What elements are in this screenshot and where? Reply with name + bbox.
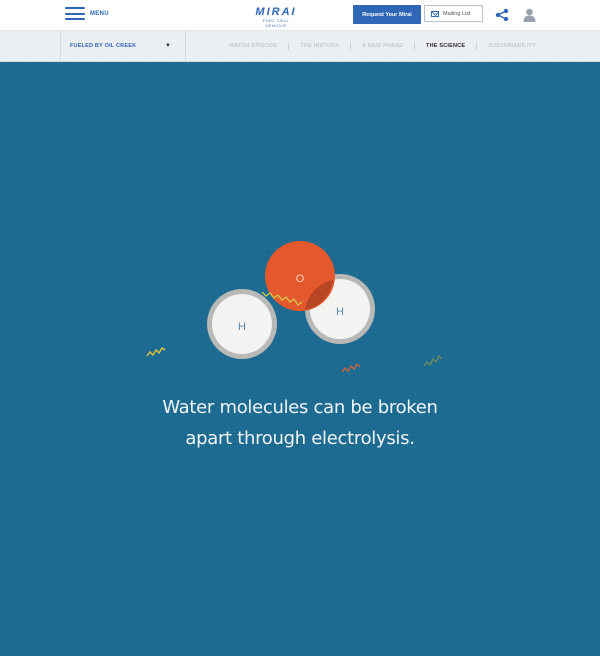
mailing-list-button[interactable]: Mailing List xyxy=(424,5,483,22)
caption-line-1: Water molecules can be broken xyxy=(162,397,438,418)
water-molecule-illustration: O H H xyxy=(0,62,600,656)
hydrogen-left-label: H xyxy=(238,321,246,333)
hydrogen-right-label: H xyxy=(336,306,344,318)
episode-dropdown[interactable]: FUELED BY OIL CREEK ▼ xyxy=(60,31,186,61)
science-stage: O H H Water molecules can be broken apar… xyxy=(0,62,600,656)
caret-down-icon: ▼ xyxy=(165,43,171,49)
logo-tagline: FUEL CELL VEHICLE xyxy=(262,18,290,28)
menu-button[interactable]: MENU xyxy=(65,7,109,20)
top-header: MENU MIRAI FUEL CELL VEHICLE Request You… xyxy=(0,0,600,31)
episode-selected-value: FUELED BY OIL CREEK xyxy=(70,43,137,49)
nav-watch-episode[interactable]: WATCH EPISODE xyxy=(229,43,277,49)
hamburger-icon xyxy=(65,7,85,20)
nav-the-history[interactable]: THE HISTORY xyxy=(300,43,339,49)
logo-wordmark: MIRAI xyxy=(255,6,297,18)
mail-icon xyxy=(431,10,439,17)
mailing-list-label: Mailing List xyxy=(443,10,471,17)
caption-line-2: apart through electrolysis. xyxy=(185,428,415,449)
oxygen-label: O xyxy=(296,273,305,285)
textured-background xyxy=(0,62,600,656)
nav-the-science[interactable]: THE SCIENCE xyxy=(426,43,465,49)
nav-divider xyxy=(414,42,416,50)
menu-label: MENU xyxy=(90,10,109,17)
user-icon[interactable] xyxy=(523,8,536,22)
section-nav: FUELED BY OIL CREEK ▼ WATCH EPISODE THE … xyxy=(0,31,600,62)
section-links: WATCH EPISODE THE HISTORY A NEW PHASE TH… xyxy=(229,31,536,61)
request-mirai-button[interactable]: Request Your Mirai xyxy=(353,5,421,24)
nav-a-new-phase[interactable]: A NEW PHASE xyxy=(362,43,403,49)
nav-divider xyxy=(476,42,478,50)
nav-divider xyxy=(350,42,352,50)
nav-divider xyxy=(288,42,290,50)
science-caption: Water molecules can be broken apart thro… xyxy=(0,392,600,454)
nav-sustainability[interactable]: SUSTAINABILITY xyxy=(488,43,536,49)
mirai-logo[interactable]: MIRAI FUEL CELL VEHICLE xyxy=(252,6,300,29)
share-icon[interactable] xyxy=(495,8,509,22)
